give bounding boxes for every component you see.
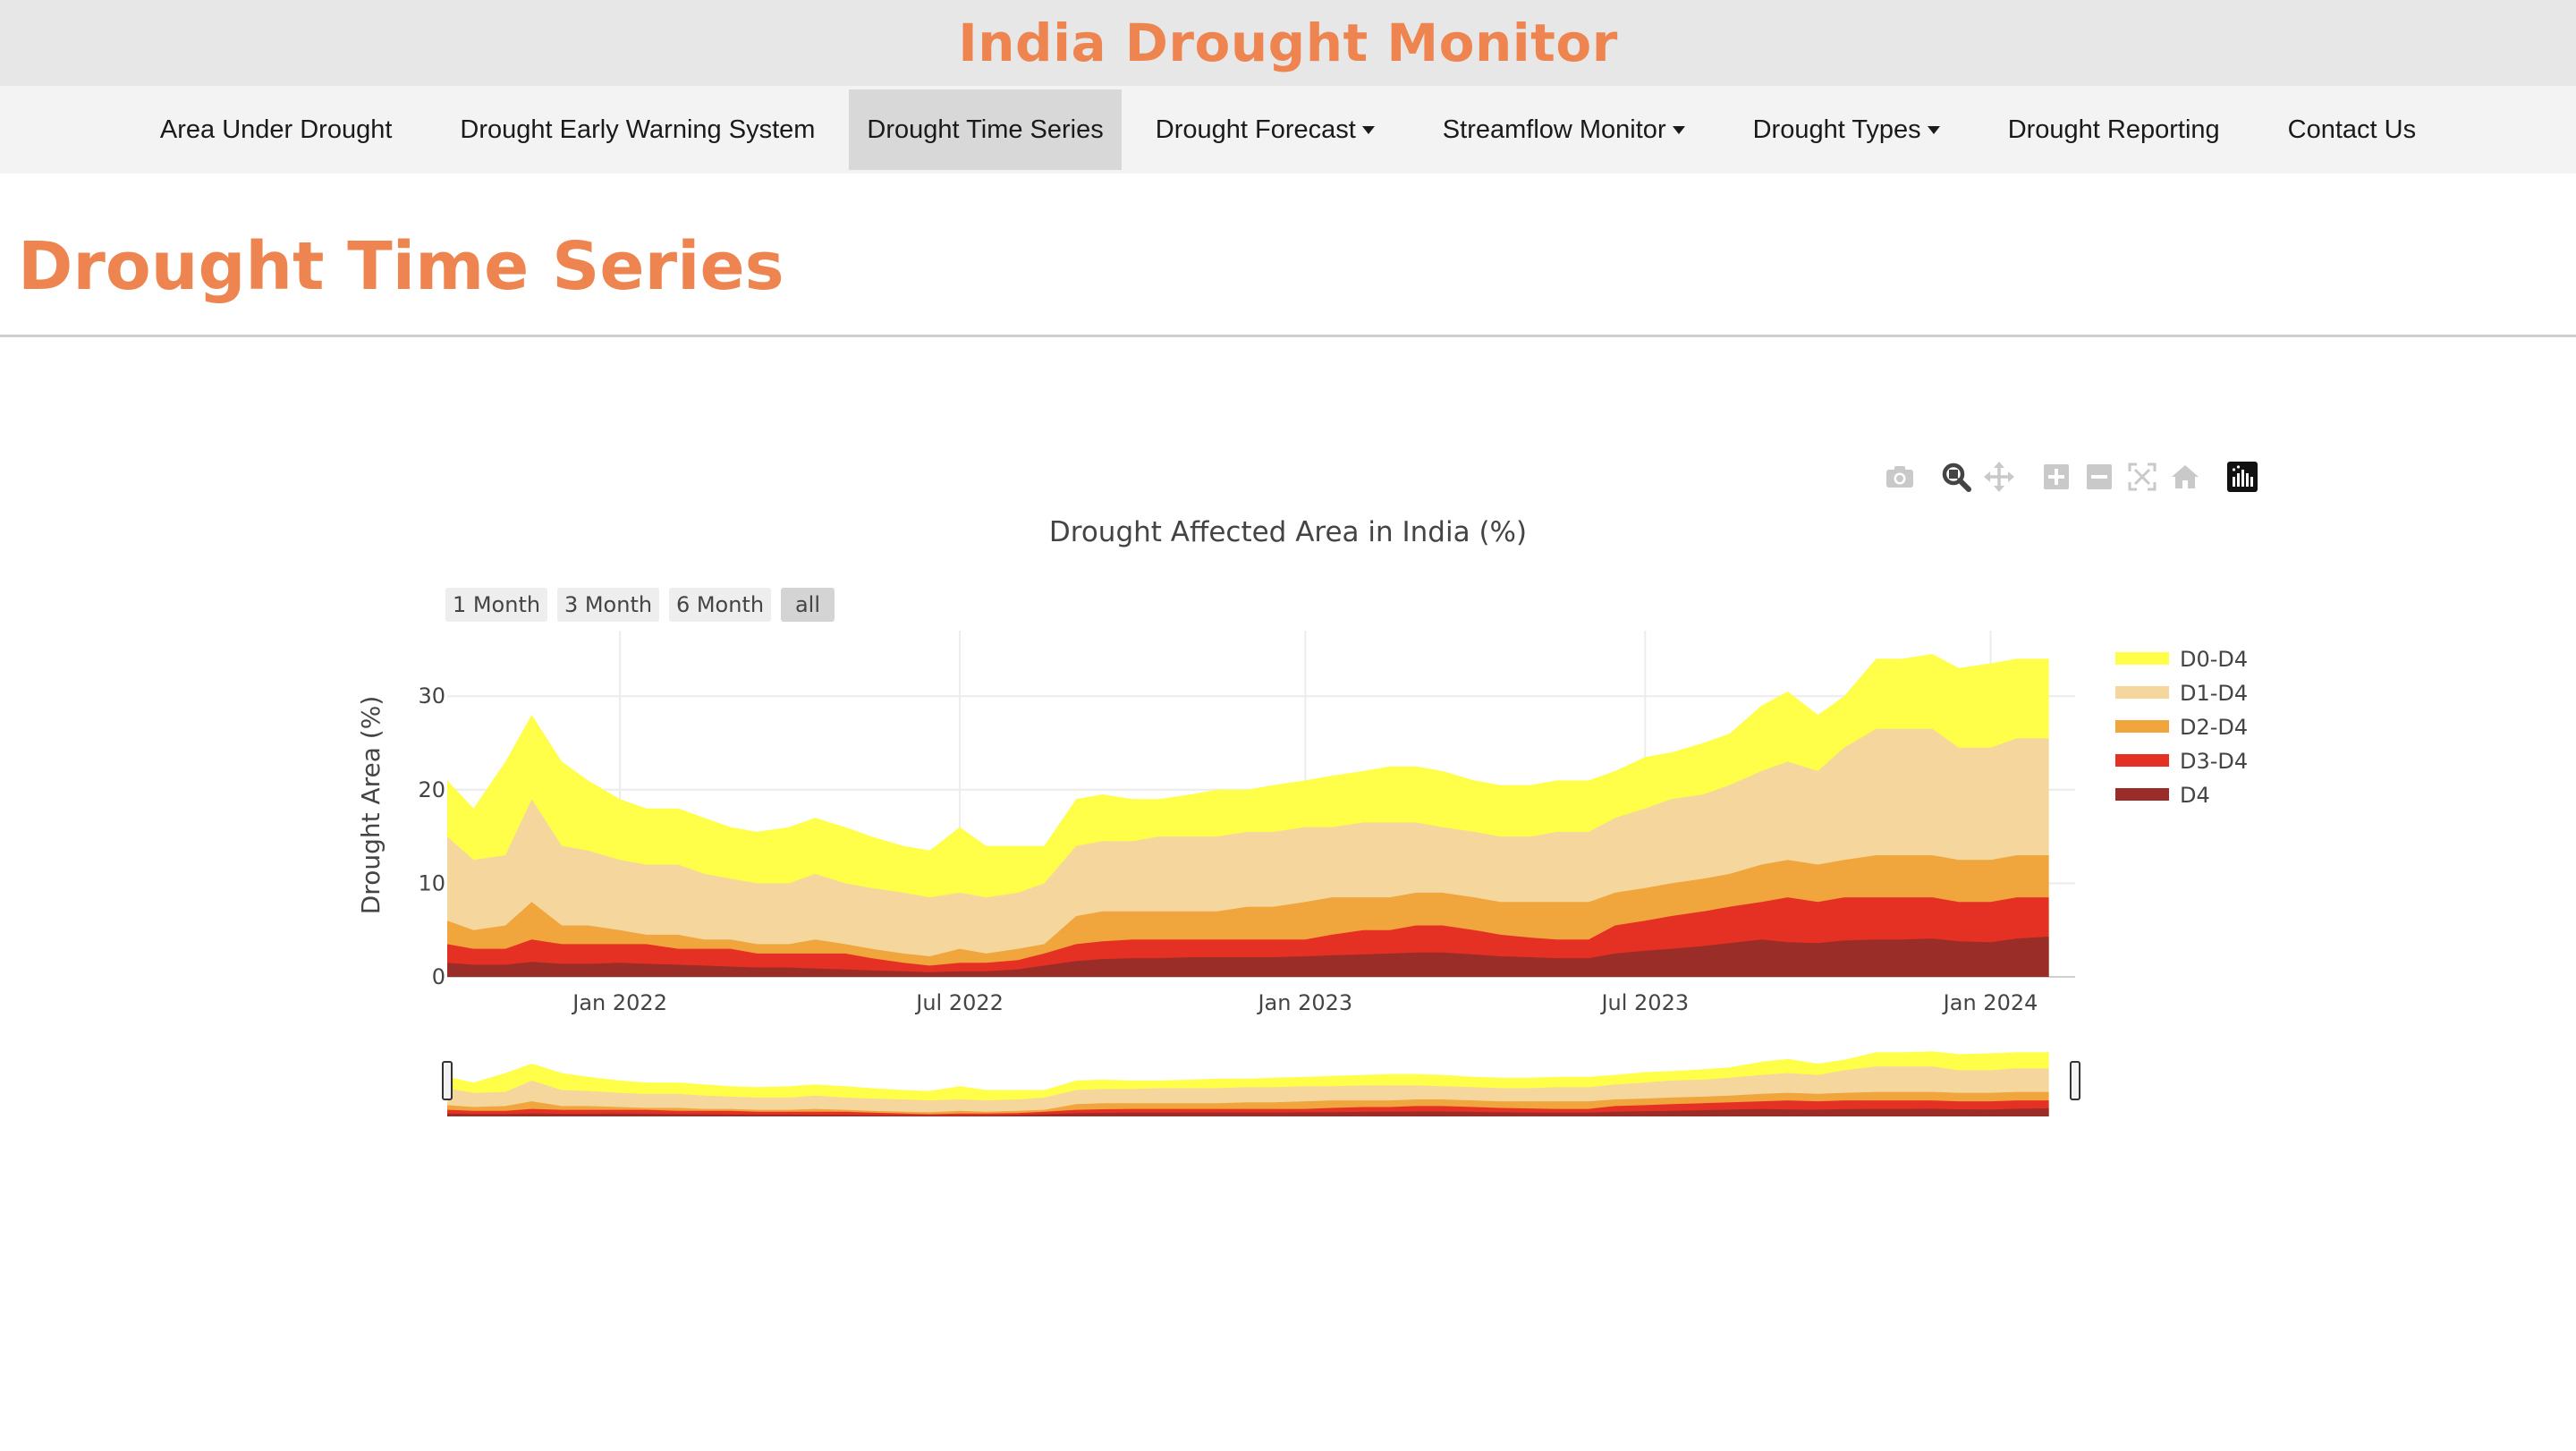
nav-item-label: Drought Types [1752, 115, 1921, 144]
range-slider-left-handle[interactable] [442, 1061, 453, 1100]
title-divider [0, 335, 2576, 337]
nav-item-label: Contact Us [2287, 115, 2417, 144]
range-button-label: all [795, 592, 820, 617]
chart-title: Drought Affected Area in India (%) [1049, 516, 1527, 548]
range-button-label: 3 Month [564, 592, 652, 617]
main-navigation: Area Under Drought Drought Early Warning … [0, 86, 2576, 174]
nav-item-area-under-drought[interactable]: Area Under Drought [142, 89, 411, 170]
range-button-label: 1 Month [453, 592, 540, 617]
legend-swatch [2115, 720, 2169, 733]
legend-label: D1-D4 [2180, 681, 2248, 706]
y-tick-label: 0 [432, 964, 445, 989]
nav-item-label: Area Under Drought [159, 115, 393, 144]
drought-chart: Drought Affected Area in India (%) 1 Mont… [0, 483, 2576, 1127]
chart-canvas: Drought Affected Area in India (%) 1 Mont… [356, 516, 2248, 1116]
x-tick-label: Jan 2024 [1942, 990, 2038, 1015]
x-tick-label: Jan 2023 [1256, 990, 1352, 1015]
range-button-6-month[interactable]: 6 Month [669, 588, 771, 622]
nav-item-drought-types[interactable]: Drought Types [1735, 89, 1958, 170]
legend-swatch [2115, 788, 2169, 801]
page-title: Drought Time Series [18, 228, 784, 305]
legend-label: D4 [2180, 783, 2210, 808]
legend-label: D3-D4 [2180, 749, 2248, 774]
nav-item-drought-reporting[interactable]: Drought Reporting [1990, 89, 2238, 170]
caret-down-icon [1927, 125, 1940, 134]
nav-item-drought-forecast[interactable]: Drought Forecast [1138, 89, 1393, 170]
top-banner: India Drought Monitor [0, 0, 2576, 86]
y-axis-label: Drought Area (%) [356, 696, 386, 915]
nav-item-label: Streamflow Monitor [1442, 115, 1666, 144]
x-tick-label: Jul 2023 [1599, 990, 1689, 1015]
range-button-3-month[interactable]: 3 Month [557, 588, 659, 622]
nav-item-label: Drought Reporting [2007, 115, 2220, 144]
legend-label: D0-D4 [2180, 647, 2248, 672]
x-tick-label: Jan 2022 [571, 990, 667, 1015]
range-button-1-month[interactable]: 1 Month [445, 588, 547, 622]
x-tick-label: Jul 2022 [914, 990, 1004, 1015]
legend-label: D2-D4 [2180, 715, 2248, 740]
nav-item-drought-early-warning-system[interactable]: Drought Early Warning System [442, 89, 833, 170]
legend-swatch [2115, 754, 2169, 767]
y-tick-label: 10 [418, 870, 445, 895]
legend-swatch [2115, 686, 2169, 699]
y-tick-label: 30 [418, 683, 445, 709]
nav-item-label: Drought Time Series [867, 115, 1104, 144]
legend-swatch [2115, 652, 2169, 665]
site-title[interactable]: India Drought Monitor [958, 13, 1618, 73]
caret-down-icon [1672, 125, 1685, 134]
nav-item-label: Drought Early Warning System [460, 115, 816, 144]
range-button-label: 6 Month [676, 592, 764, 617]
range-button-all[interactable]: all [781, 588, 835, 622]
nav-item-streamflow-monitor[interactable]: Streamflow Monitor [1425, 89, 1703, 170]
y-tick-label: 20 [418, 777, 445, 802]
nav-item-contact-us[interactable]: Contact Us [2270, 89, 2434, 170]
range-slider-right-handle[interactable] [2070, 1061, 2080, 1100]
nav-item-drought-time-series[interactable]: Drought Time Series [849, 89, 1122, 170]
caret-down-icon [1361, 125, 1375, 134]
nav-item-label: Drought Forecast [1155, 115, 1356, 144]
